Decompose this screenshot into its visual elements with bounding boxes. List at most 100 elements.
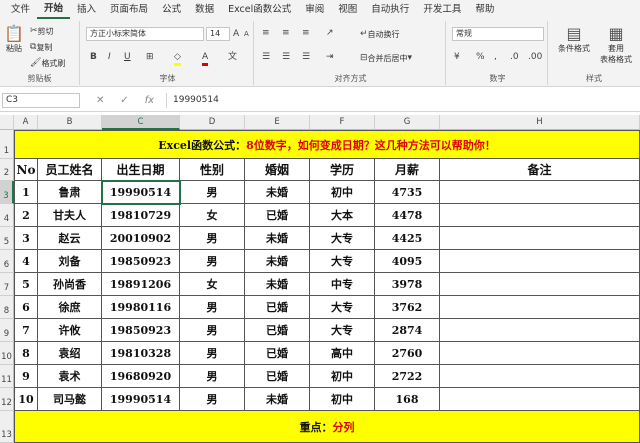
table-cell[interactable]: 5 — [14, 273, 38, 296]
table-cell[interactable]: 19990514 — [102, 388, 180, 411]
table-cell[interactable]: 孙尚香 — [38, 273, 102, 296]
row-header-4[interactable]: 4 — [0, 204, 14, 227]
table-cell[interactable]: 1 — [14, 181, 38, 204]
table-cell[interactable]: 3978 — [375, 273, 440, 296]
column-header-H[interactable]: H — [440, 115, 640, 130]
table-cell[interactable]: 赵云 — [38, 227, 102, 250]
table-cell[interactable] — [440, 273, 640, 296]
grow-font-button[interactable]: A — [233, 28, 239, 40]
table-cell[interactable]: 20010902 — [102, 227, 180, 250]
table-cell[interactable]: 已婚 — [245, 365, 310, 388]
phonetic-button[interactable]: 文 — [228, 51, 237, 63]
table-cell[interactable]: 大本 — [310, 204, 375, 227]
copy-button[interactable]: ⧉ 复制 — [30, 41, 52, 53]
table-cell[interactable] — [440, 342, 640, 365]
table-cell[interactable]: 男 — [180, 388, 245, 411]
align-middle-button[interactable]: ≡ — [282, 27, 290, 39]
table-cell[interactable]: 已婚 — [245, 204, 310, 227]
table-cell[interactable]: 9 — [14, 365, 38, 388]
header-cell-E[interactable]: 婚姻 — [245, 159, 310, 181]
table-cell[interactable]: 男 — [180, 250, 245, 273]
italic-button[interactable]: I — [108, 51, 111, 63]
check-icon[interactable]: ✓ — [120, 93, 128, 108]
table-cell[interactable]: 6 — [14, 296, 38, 319]
header-cell-D[interactable]: 性别 — [180, 159, 245, 181]
table-cell[interactable]: 中专 — [310, 273, 375, 296]
table-cell[interactable]: 2722 — [375, 365, 440, 388]
row-header-5[interactable]: 5 — [0, 227, 14, 250]
fill-color-button[interactable]: ◇ — [174, 51, 181, 66]
table-cell[interactable] — [440, 204, 640, 227]
table-cell[interactable]: 7 — [14, 319, 38, 342]
table-cell[interactable]: 已婚 — [245, 296, 310, 319]
table-cell[interactable] — [440, 227, 640, 250]
header-cell-F[interactable]: 学历 — [310, 159, 375, 181]
underline-button[interactable]: U — [124, 51, 131, 63]
align-top-button[interactable]: ≡ — [262, 27, 270, 39]
shrink-font-button[interactable]: A — [244, 28, 249, 40]
table-cell[interactable]: 司马懿 — [38, 388, 102, 411]
table-cell[interactable]: 未婚 — [245, 388, 310, 411]
font-size-select[interactable]: 14 — [206, 27, 230, 41]
orientation-button[interactable]: ↗ — [326, 27, 334, 39]
menu-item-8[interactable]: 视图 — [331, 0, 364, 19]
table-cell[interactable]: 19810729 — [102, 204, 180, 227]
header-cell-C[interactable]: 出生日期 — [102, 159, 180, 181]
table-cell[interactable]: 初中 — [310, 388, 375, 411]
table-cell[interactable]: 女 — [180, 204, 245, 227]
table-cell[interactable]: 许攸 — [38, 319, 102, 342]
percent-button[interactable]: % — [476, 51, 485, 63]
spreadsheet-grid[interactable]: A B C D E F G H 1 2 3 4 5 6 7 8 9 10 11 12 13 Excel函数公式： 8位数字，… — [0, 115, 640, 443]
currency-button[interactable]: ¥ — [454, 51, 460, 63]
menu-item-6[interactable]: Excel函数公式 — [221, 0, 298, 19]
column-header-G[interactable]: G — [375, 115, 440, 130]
name-box[interactable]: C3 — [2, 93, 80, 108]
menu-item-0[interactable]: 文件 — [4, 0, 37, 19]
column-header-F[interactable]: F — [310, 115, 375, 130]
table-cell[interactable]: 大专 — [310, 227, 375, 250]
menu-item-10[interactable]: 开发工具 — [416, 0, 468, 19]
table-cell[interactable]: 2874 — [375, 319, 440, 342]
menu-item-4[interactable]: 公式 — [155, 0, 188, 19]
header-cell-H[interactable]: 备注 — [440, 159, 640, 181]
table-cell[interactable] — [440, 319, 640, 342]
table-cell[interactable]: 刘备 — [38, 250, 102, 273]
menu-item-9[interactable]: 自动执行 — [364, 0, 416, 19]
menu-item-11[interactable]: 帮助 — [468, 0, 501, 19]
table-cell[interactable]: 未婚 — [245, 273, 310, 296]
row-header-10[interactable]: 10 — [0, 342, 14, 365]
menu-item-1[interactable]: 开始 — [37, 0, 71, 19]
table-cell[interactable]: 168 — [375, 388, 440, 411]
table-cell[interactable]: 4478 — [375, 204, 440, 227]
table-cell[interactable]: 大专 — [310, 296, 375, 319]
row-header-3[interactable]: 3 — [0, 181, 14, 204]
font-name-select[interactable]: 方正小标宋简体 — [86, 27, 204, 41]
table-cell[interactable]: 大专 — [310, 250, 375, 273]
table-cell[interactable]: 大专 — [310, 319, 375, 342]
table-cell[interactable]: 已婚 — [245, 319, 310, 342]
table-cell[interactable]: 男 — [180, 181, 245, 204]
wrap-text-button[interactable]: ↵ 自动换行 — [360, 28, 400, 40]
row-header-6[interactable]: 6 — [0, 250, 14, 273]
table-cell[interactable]: 初中 — [310, 181, 375, 204]
table-cell[interactable] — [440, 388, 640, 411]
table-cell[interactable]: 10 — [14, 388, 38, 411]
table-cell[interactable]: 男 — [180, 296, 245, 319]
format-as-table-button[interactable]: ▦ 套用 表格格式 — [596, 25, 636, 65]
table-cell[interactable]: 19810328 — [102, 342, 180, 365]
decrease-decimal-button[interactable]: .00 — [528, 51, 542, 63]
footer-note[interactable]: 重点： 分列 — [14, 411, 640, 443]
row-header-12[interactable]: 12 — [0, 388, 14, 411]
number-format-select[interactable]: 常规 — [452, 27, 544, 41]
table-cell[interactable]: 4735 — [375, 181, 440, 204]
font-color-button[interactable]: A — [202, 51, 209, 66]
border-button[interactable]: ⊞ — [146, 51, 154, 63]
table-cell[interactable]: 2 — [14, 204, 38, 227]
align-left-button[interactable]: ☰ — [262, 51, 270, 63]
sheet-title[interactable]: Excel函数公式： 8位数字，如何变成日期？这几种方法可以帮助你！ — [14, 130, 640, 159]
menu-item-3[interactable]: 页面布局 — [103, 0, 155, 19]
column-header-E[interactable]: E — [245, 115, 310, 130]
table-cell[interactable] — [440, 365, 640, 388]
table-cell[interactable]: 袁术 — [38, 365, 102, 388]
row-header-1[interactable]: 1 — [0, 130, 14, 159]
